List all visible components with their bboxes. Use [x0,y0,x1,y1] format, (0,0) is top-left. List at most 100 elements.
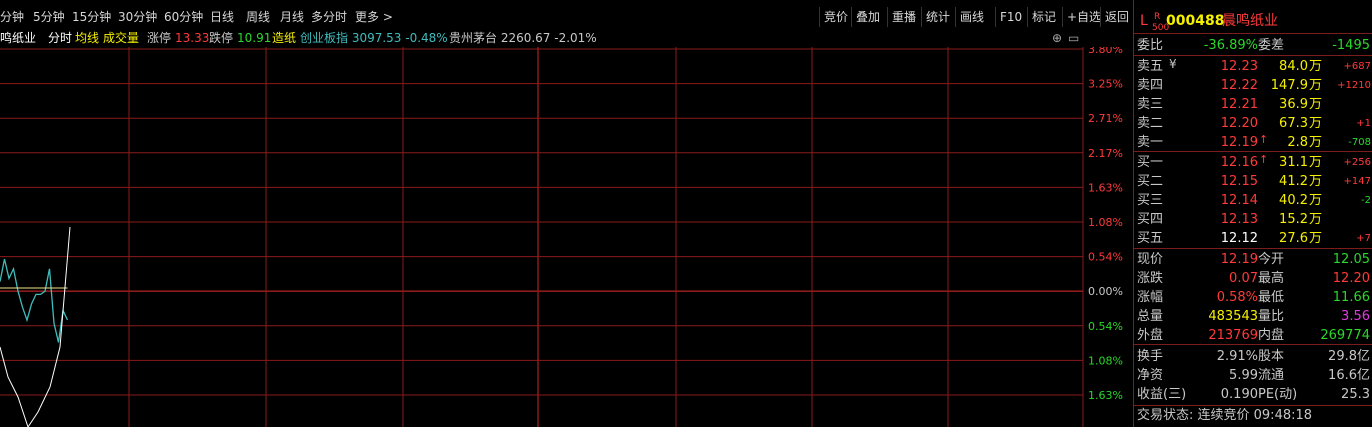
avg-line-label[interactable]: 均线 [75,29,99,47]
tool-button[interactable]: 叠加 [851,7,884,27]
wb-value: -36.89% [1203,38,1258,53]
stat-label: 量比 [1258,309,1285,324]
tool-button[interactable]: 返回 [1100,7,1133,27]
period-tab[interactable]: 月线 [280,8,304,26]
stat-label: 最低 [1258,290,1285,305]
pct-tick-label: 1.08% [1088,216,1123,229]
up-arrow-icon: ↑ [1259,133,1269,146]
level-unit: 万 [1309,212,1323,227]
ask-level-row[interactable]: 卖三 12.21 36.9 万 [1134,95,1372,114]
pct-tick-label: 1.63% [1088,181,1123,194]
tab-timeshare[interactable]: 分时 [48,29,72,47]
volume-label[interactable]: 成交量 [103,29,139,47]
bid-level-row[interactable]: 买二 12.15 41.2 万 +147 [1134,172,1372,191]
pct-tick-label: 2.17% [1088,147,1123,160]
ask-level-row[interactable]: 卖二 12.20 67.3 万 +1 [1134,114,1372,133]
level-change: -2 [1361,195,1371,206]
level-unit: 万 [1309,59,1323,74]
period-tab[interactable]: 60分钟 [164,8,203,26]
period-tab[interactable]: 15分钟 [72,8,111,26]
stat-value: 0.58% [1216,290,1258,305]
index-overlay-1[interactable]: 创业板指 3097.53 -0.48% [300,29,448,47]
pct-tick-label: 0.54% [1088,251,1123,264]
bid-level-row[interactable]: 买一 12.16 31.1 万 +256 [1134,153,1372,172]
fund-label: 流通 [1258,368,1285,383]
timeshare-chart[interactable]: 3.80% 3.25% 2.71% 2.17% 1.63% 1.08% 0.54% 0.00%… [0,47,1133,427]
tool-button[interactable]: 画线 [955,7,988,27]
quote-panel: L R 500 000488 晨鸣纸业 委比 -36.89% 委差 -1495 … [1133,0,1372,427]
period-tab[interactable]: 30分钟 [118,8,157,26]
fund-label: 收益(三) [1137,387,1187,402]
stat-value: 12.20 [1332,271,1370,286]
ask-level-row[interactable]: 卖四 12.22 147.9 万 +1210 [1134,76,1372,95]
stat-label: 现价 [1137,252,1164,267]
fund-label: 换手 [1137,349,1164,364]
fund-label: PE(动) [1258,387,1298,402]
up-arrow-icon: ↑ [1259,153,1269,166]
level-price: 12.14 [1220,193,1258,208]
trade-status: 交易状态: 连续竞价 09:48:18 [1137,408,1313,423]
level-volume: 15.2 [1279,212,1308,227]
limit-up-label: 涨停 [147,31,172,45]
index-overlay-2[interactable]: 贵州茅台 2260.67 -2.01% [449,29,597,47]
window-toggle-icon[interactable]: ▭ [1068,29,1079,47]
bid-level-row[interactable]: 买四 12.13 15.2 万 [1134,210,1372,229]
level-volume: 84.0 [1279,59,1308,74]
wc-value: -1495 [1332,38,1370,53]
ask-level-row[interactable]: 卖一 12.19 2.8 万 -708 [1134,133,1372,152]
level-unit: 万 [1309,78,1323,93]
period-tab[interactable]: 更多 > [355,8,393,26]
level-change: -708 [1348,137,1371,148]
chart-subheader: 鸣纸业 分时 均线 成交量 涨停 13.33 跌停 10.91 造纸 创业板指 … [0,29,1133,47]
tool-button[interactable]: 竞价 [819,7,852,27]
tool-button[interactable]: 标记 [1027,7,1060,27]
divider [1134,151,1372,152]
stat-row: 涨跌 0.07 最高 12.20 [1134,269,1372,288]
fund-value: 2.91% [1216,349,1258,364]
stat-label: 涨幅 [1137,290,1164,305]
limit-up-value: 13.33 [175,31,210,45]
sector-label[interactable]: 造纸 [272,29,296,47]
stat-label: 外盘 [1137,328,1164,343]
stat-value: 483543 [1208,309,1258,324]
level-volume: 31.1 [1279,155,1308,170]
level-volume: 36.9 [1279,97,1308,112]
level-change: +1 [1356,118,1371,129]
level-label: 卖四 [1137,78,1164,93]
period-tab[interactable]: 周线 [246,8,270,26]
stat-value: 0.07 [1229,271,1258,286]
stock-code: 000488 [1166,13,1225,29]
fund-value: 29.8亿 [1328,349,1370,364]
period-tab[interactable]: 分钟 [0,8,24,26]
limit-down-label: 跌停 [209,31,234,45]
period-tab[interactable]: 多分时 [311,8,347,26]
level-label: 卖五 [1137,59,1164,74]
level-unit: 万 [1309,116,1323,131]
level-unit: 万 [1309,231,1323,246]
bid-level-row[interactable]: 买三 12.14 40.2 万 -2 [1134,191,1372,210]
level-label: 买一 [1137,155,1164,170]
level-unit: 万 [1309,97,1323,112]
bid-level-row[interactable]: 买五 12.12 27.6 万 +7 [1134,229,1372,248]
stat-value: 3.56 [1341,309,1370,324]
tool-button[interactable]: 重播 [887,7,920,27]
pct-tick-label: 0.00% [1088,285,1123,298]
level-price: 12.23 [1220,59,1258,74]
level-unit: 万 [1309,193,1323,208]
fund-value: 0.190 [1220,387,1258,402]
expand-icon[interactable]: ⊕ [1052,29,1062,47]
fund-row: 换手 2.91% 股本 29.8亿 [1134,347,1372,366]
level-volume: 147.9 [1270,78,1308,93]
level-volume: 67.3 [1279,116,1308,131]
tool-button[interactable]: F10 [995,7,1026,27]
fund-row: 收益(三) 0.190 PE(动) 25.3 [1134,385,1372,404]
pct-tick-label: 3.80% [1088,47,1123,56]
level-change: +687 [1343,61,1371,72]
period-tab[interactable]: 5分钟 [33,8,65,26]
level-label: 买五 [1137,231,1164,246]
tool-button[interactable]: 统计 [921,7,954,27]
tool-button[interactable]: +自选 [1062,7,1105,27]
level-label: 卖三 [1137,97,1164,112]
divider [1134,33,1372,34]
period-tab[interactable]: 日线 [210,8,234,26]
